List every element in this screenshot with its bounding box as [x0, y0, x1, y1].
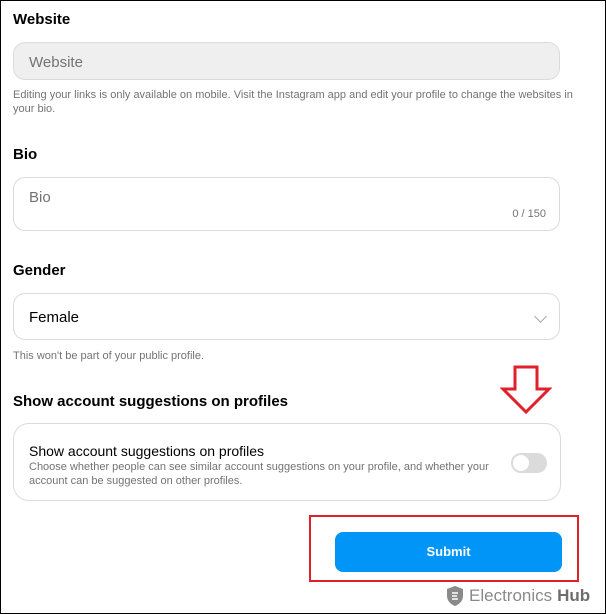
gender-selected-value: Female	[29, 309, 80, 326]
bio-textarea[interactable]: Bio 0 / 150	[13, 177, 560, 231]
gender-hint: This won't be part of your public profil…	[13, 350, 205, 362]
electronics-hub-watermark: Electronics Hub	[446, 583, 590, 609]
watermark-brand: Electronics	[469, 586, 553, 605]
suggestions-label: Show account suggestions on profiles	[29, 443, 265, 459]
chevron-down-icon	[534, 310, 547, 323]
website-placeholder: Website	[29, 54, 83, 71]
website-input: Website	[13, 42, 560, 80]
bio-heading: Bio	[13, 146, 38, 163]
website-heading: Website	[13, 11, 71, 28]
suggestions-card: Show account suggestions on profiles Cho…	[13, 423, 561, 501]
bio-character-counter: 0 / 150	[512, 208, 546, 220]
watermark-suffix: Hub	[557, 586, 591, 605]
gender-heading: Gender	[13, 262, 66, 279]
gender-select[interactable]: Female	[13, 293, 560, 340]
bio-placeholder: Bio	[29, 189, 51, 206]
toggle-knob	[513, 455, 529, 471]
down-arrow-annotation-icon	[499, 365, 553, 420]
shield-logo-icon	[447, 586, 463, 606]
website-hint: Editing your links is only available on …	[13, 89, 573, 115]
suggestions-heading: Show account suggestions on profiles	[13, 393, 289, 410]
suggestions-toggle[interactable]	[511, 453, 547, 473]
submit-button[interactable]: Submit	[335, 532, 562, 572]
suggestions-description: Choose whether people can see similar ac…	[29, 461, 489, 487]
